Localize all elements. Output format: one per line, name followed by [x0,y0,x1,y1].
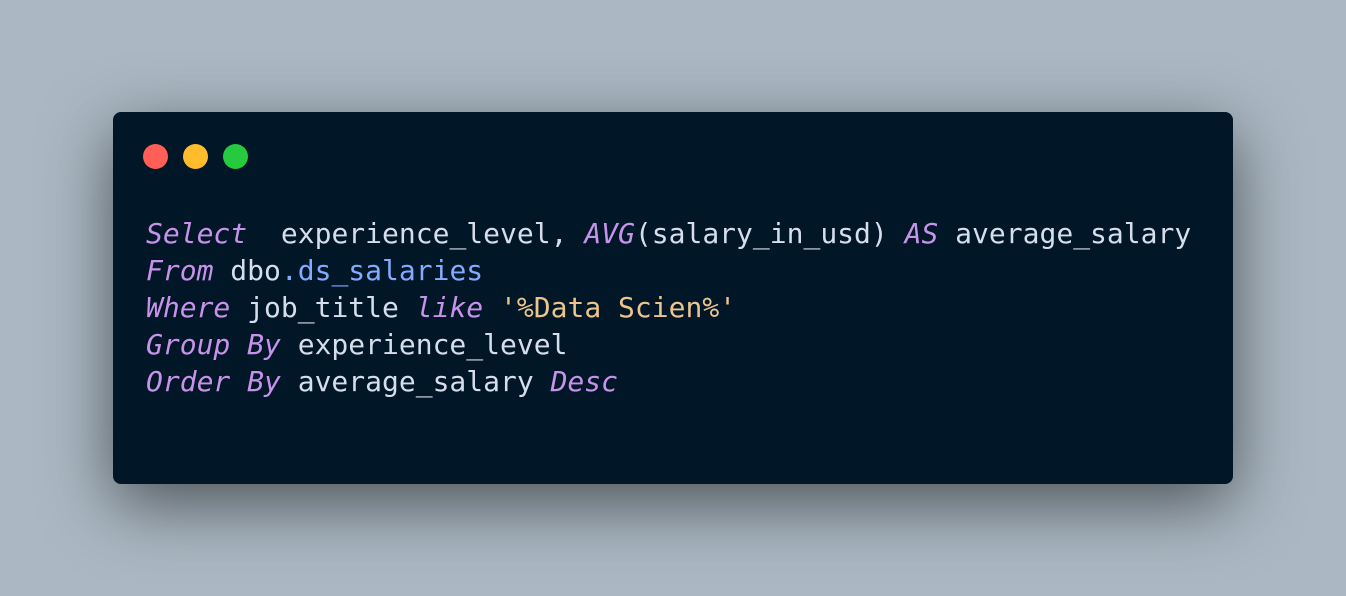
keyword-token: From [146,254,214,287]
identifier-token: average_salary [280,365,551,398]
identifier-token [483,291,500,324]
identifier-token: experience_level [280,328,568,361]
identifier-token: dbo [213,254,281,287]
code-line: Select experience_level, AVG(salary_in_u… [146,215,1191,252]
identifier-token: experience_level, [247,217,585,250]
keyword-token: like [415,291,484,324]
code-line: Group By experience_level [146,326,1191,363]
keyword-token: Where [146,291,231,324]
window-controls [143,144,248,169]
code-line: Order By average_salary Desc [146,363,1191,400]
identifier-token: (salary_in_usd) [634,217,905,250]
keyword-token: AS [904,217,939,250]
string-token: '%Data Scien%' [500,291,737,324]
keyword-token: Select [146,217,248,250]
keyword-token: AVG [584,217,635,250]
sql-code-block: Select experience_level, AVG(salary_in_u… [146,215,1191,400]
keyword-token: Order By [146,365,281,398]
close-dot-icon[interactable] [143,144,168,169]
code-line: From dbo.ds_salaries [146,252,1191,289]
identifier-token: job_title [230,291,416,324]
code-line: Where job_title like '%Data Scien%' [146,289,1191,326]
identifier-token: average_salary [938,217,1192,250]
property-token: .ds_salaries [280,254,484,287]
keyword-token: Group By [146,328,281,361]
maximize-dot-icon[interactable] [223,144,248,169]
minimize-dot-icon[interactable] [183,144,208,169]
keyword-token: Desc [550,365,619,398]
code-window: Select experience_level, AVG(salary_in_u… [113,112,1233,484]
